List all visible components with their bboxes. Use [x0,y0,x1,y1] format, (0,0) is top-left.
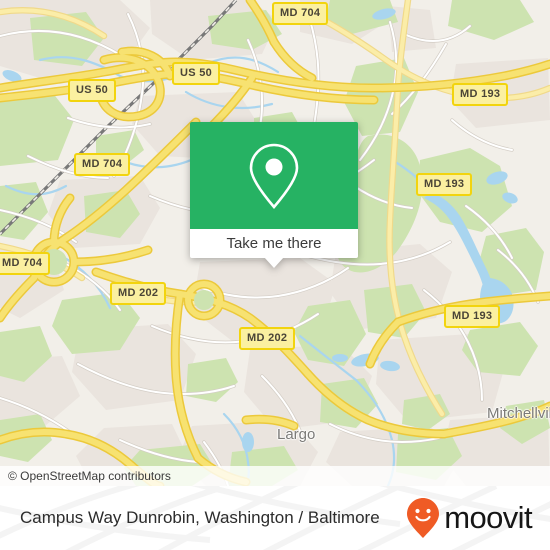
location-callout-card[interactable]: Take me there [190,122,358,268]
callout-tail [264,257,284,268]
road-shield: MD 202 [239,327,296,350]
road-shield: MD 193 [452,83,509,106]
road-shield: US 50 [172,62,221,85]
road-shield: MD 704 [0,252,51,275]
map-canvas[interactable]: MD 704 US 50 US 50 MD 193 MD 704 MD 193 MD 704… [0,0,550,486]
map-pin-icon [249,143,299,209]
road-shield: MD 193 [416,173,473,196]
footer-bar: Campus Way Dunrobin, Washington / Baltim… [0,486,550,550]
callout-action-bar[interactable]: Take me there [190,229,358,258]
place-label: Largo [277,426,316,443]
road-shield: MD 704 [74,153,131,176]
moovit-brand-logo[interactable]: moovit [406,486,533,550]
road-shield: US 50 [68,79,117,102]
moovit-pin-smiley-icon [407,498,440,538]
take-me-there-label: Take me there [226,235,322,252]
place-label: Mitchellville [487,405,550,422]
moovit-map-screenshot: MD 704 US 50 US 50 MD 193 MD 704 MD 193 MD 704… [0,0,550,550]
road-shield: MD 193 [444,305,501,328]
road-shield: MD 704 [272,2,329,25]
road-shield: MD 202 [110,282,167,305]
moovit-wordmark: moovit [444,500,532,535]
osm-attribution[interactable]: © OpenStreetMap contributors [0,466,550,486]
page-title: Campus Way Dunrobin, Washington / Baltim… [20,508,380,527]
callout-header [190,122,358,229]
